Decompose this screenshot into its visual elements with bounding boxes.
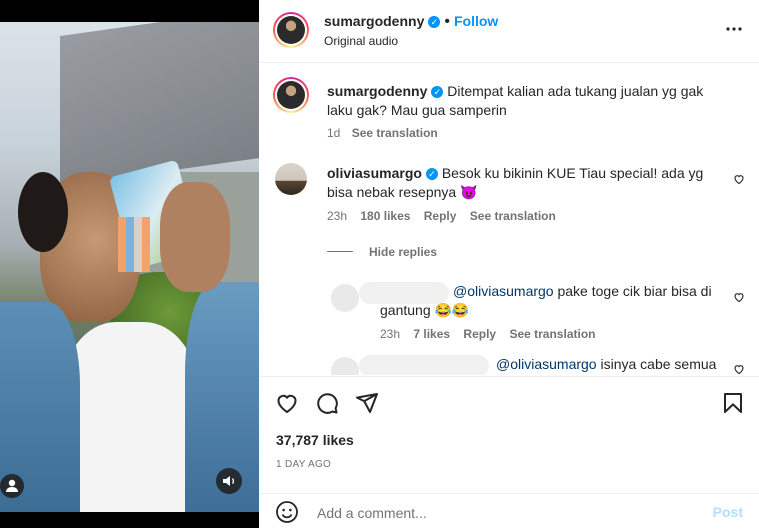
replies-divider xyxy=(327,251,353,252)
caption: sumargodenny ✓ Ditempat kalian ada tukang… xyxy=(327,82,727,120)
post-actions: 37,787 likes 1 DAY AGO Post xyxy=(259,376,759,529)
add-comment-bar: Post xyxy=(259,493,759,530)
caption-username[interactable]: sumargodenny xyxy=(327,83,427,99)
reply-text: isinya cabe semua xyxy=(596,356,717,372)
reply-meta: 23h 7 likes Reply See translation xyxy=(380,327,595,341)
caption-see-translation[interactable]: See translation xyxy=(352,126,438,140)
post-comment-button[interactable]: Post xyxy=(713,504,743,520)
comment-like-icon[interactable] xyxy=(733,173,745,185)
hide-replies-row[interactable]: Hide replies xyxy=(327,243,437,261)
hide-replies-button[interactable]: Hide replies xyxy=(369,245,437,259)
author-username[interactable]: sumargodenny xyxy=(324,13,424,29)
comment-meta: 23h 180 likes Reply See translation xyxy=(327,209,556,223)
author-line: sumargodenny ✓ • Follow xyxy=(324,13,498,31)
separator-dot: • xyxy=(444,13,450,30)
like-icon[interactable] xyxy=(275,391,299,415)
video-hand xyxy=(160,182,230,292)
caption-time[interactable]: 1d xyxy=(327,126,340,140)
post-panel: sumargodenny ✓ • Follow Original audio suma… xyxy=(259,0,759,528)
post-header: sumargodenny ✓ • Follow Original audio xyxy=(259,0,759,63)
more-options-icon[interactable] xyxy=(725,20,743,43)
share-icon[interactable] xyxy=(355,391,379,415)
comments-list[interactable]: sumargodenny ✓ Ditempat kalian ada tukang… xyxy=(259,63,759,375)
post-date[interactable]: 1 DAY AGO xyxy=(276,459,331,470)
reply-time[interactable]: 23h xyxy=(380,327,400,341)
reply-mention[interactable]: @oliviasumargo xyxy=(453,283,554,299)
video-person-shirt xyxy=(60,322,200,512)
reply-like-icon[interactable] xyxy=(733,363,745,375)
user-icon xyxy=(6,479,18,492)
video-roof-structure xyxy=(60,22,259,187)
commenter-avatar[interactable] xyxy=(275,163,307,195)
verified-icon: ✓ xyxy=(428,16,441,28)
reply-like-icon[interactable] xyxy=(733,291,745,303)
video-frame xyxy=(0,22,259,512)
comment-icon[interactable] xyxy=(315,391,339,415)
comment-likes[interactable]: 180 likes xyxy=(360,209,410,223)
comment-reply-button[interactable]: Reply xyxy=(424,209,457,223)
caption-meta: 1d See translation xyxy=(327,126,438,140)
caption-avatar[interactable] xyxy=(273,77,309,113)
user-tag-button[interactable] xyxy=(0,474,24,498)
emoji-icon[interactable] xyxy=(275,500,299,524)
reply-body: @oliviasumargo pake toge cik biar bisa d… xyxy=(380,282,720,320)
comment-body: oliviasumargo ✓ Besok ku bikinin KUE Tiau… xyxy=(327,164,717,202)
video-blur-box xyxy=(118,217,150,272)
comment-input[interactable] xyxy=(315,502,699,524)
follow-button[interactable]: Follow xyxy=(454,13,498,29)
reply-body: @oliviasumargo isinya cabe semua xyxy=(496,355,716,374)
video-player[interactable] xyxy=(0,0,259,528)
reply-reply-button[interactable]: Reply xyxy=(463,327,496,341)
video-person-hair xyxy=(18,172,68,252)
comment-time[interactable]: 23h xyxy=(327,209,347,223)
likes-count[interactable]: 37,787 likes xyxy=(276,432,354,448)
reply-see-translation[interactable]: See translation xyxy=(509,327,595,341)
mute-button[interactable] xyxy=(216,468,242,494)
reply-username-redacted xyxy=(359,355,489,375)
comment-see-translation[interactable]: See translation xyxy=(470,209,556,223)
verified-icon: ✓ xyxy=(431,86,444,98)
reply-likes[interactable]: 7 likes xyxy=(413,327,450,341)
audio-label[interactable]: Original audio xyxy=(324,34,398,48)
speaker-icon xyxy=(223,476,235,486)
reply-avatar[interactable] xyxy=(331,284,359,312)
author-avatar[interactable] xyxy=(273,12,309,48)
save-icon[interactable] xyxy=(721,391,745,415)
reply-avatar[interactable] xyxy=(331,357,359,375)
reply-mention[interactable]: @oliviasumargo xyxy=(496,356,597,372)
verified-icon: ✓ xyxy=(425,168,438,180)
comment-username[interactable]: oliviasumargo xyxy=(327,165,422,181)
